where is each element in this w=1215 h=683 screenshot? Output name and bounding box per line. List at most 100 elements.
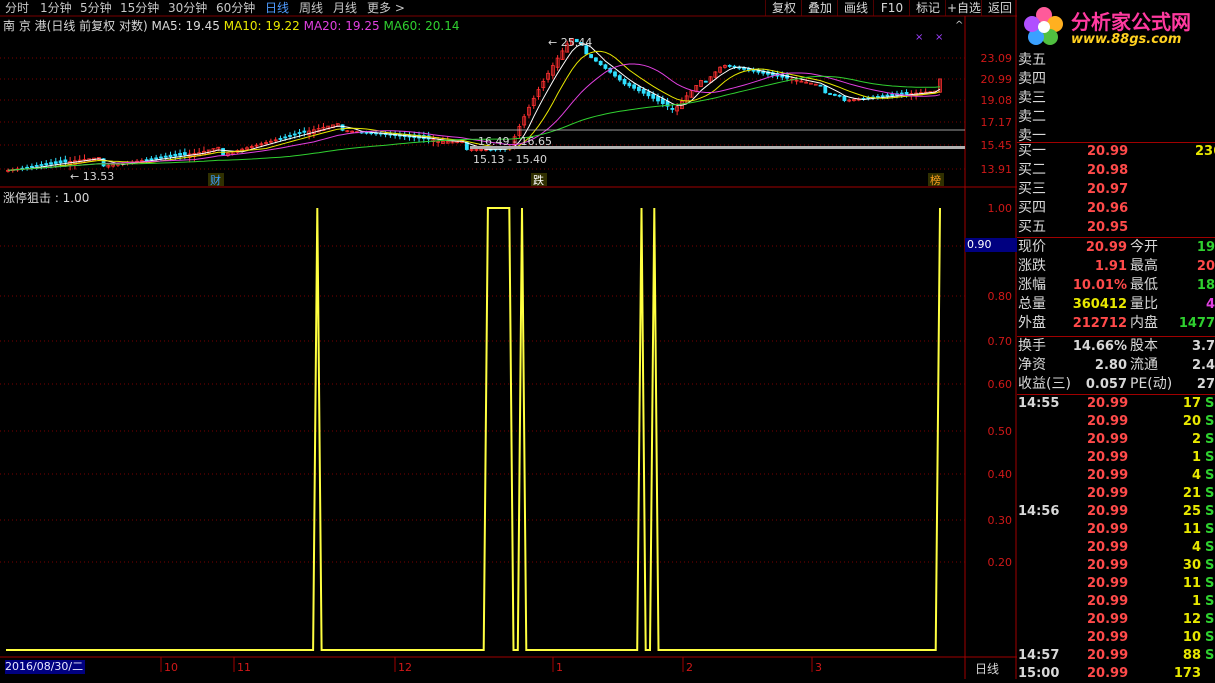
candle-body	[890, 93, 895, 96]
tick-time: 14:55	[1018, 396, 1060, 411]
candle-body	[49, 162, 53, 165]
candle-body	[627, 82, 632, 87]
candle-body	[63, 159, 68, 163]
stats-value: 1477	[1178, 316, 1215, 331]
tick-volume: 17	[1182, 396, 1201, 411]
stats-row: 涨跌 1.91 最高 20	[1017, 257, 1215, 276]
ma-legend: 南 京 港(日线 前复权 对数) MA5: 19.45 MA10: 19.22 …	[3, 19, 460, 33]
stats-value: 212712	[1072, 316, 1127, 331]
logo-title: 分析家公式网	[1071, 10, 1191, 34]
stats-label: 涨跌	[1018, 258, 1046, 274]
close-icon: ×	[935, 32, 943, 43]
date-axis-label: 10	[164, 661, 178, 674]
candle-body	[593, 57, 598, 62]
period-label[interactable]: 日线	[975, 660, 999, 677]
tick-direction: S	[1205, 504, 1215, 519]
candle-body	[727, 65, 732, 67]
tick-row: 20.99 11 S	[1017, 575, 1215, 593]
buy-level-price: 20.98	[1087, 163, 1129, 178]
candle-body	[837, 94, 842, 97]
flower-logo-icon	[1024, 7, 1063, 45]
candle-body	[364, 131, 369, 134]
price-axis-label: 20.99	[981, 73, 1013, 86]
candle-body	[44, 163, 49, 166]
tick-volume: 11	[1182, 576, 1201, 591]
tick-direction: S	[1205, 414, 1215, 429]
tick-price: 20.99	[1087, 432, 1129, 447]
range-annotation: 15.13 - 15.40	[473, 153, 547, 166]
candle-body	[617, 75, 622, 81]
tick-row: 14:57 20.99 88 S	[1017, 647, 1215, 665]
stats-row: 现价 20.99 今开 19	[1017, 238, 1215, 257]
stats-value: 27	[1196, 377, 1215, 392]
price-axis-label: 15.45	[981, 139, 1013, 152]
buy-level-label: 买一	[1018, 143, 1046, 159]
candle-body	[651, 93, 656, 99]
stats-label: 外盘	[1018, 315, 1046, 331]
tick-volume: 11	[1182, 522, 1201, 537]
marker-label: 财	[210, 173, 221, 187]
stats-value: 20	[1196, 259, 1215, 274]
indicator-axis-label: 0.40	[988, 468, 1013, 481]
tick-direction: S	[1205, 432, 1215, 447]
candle-body	[154, 157, 159, 160]
buy-level-label: 买二	[1018, 162, 1046, 178]
tick-price: 20.99	[1087, 558, 1129, 573]
sell-level-row: 卖四	[1017, 70, 1215, 89]
buy-level-label: 买四	[1018, 200, 1046, 216]
tick-price: 20.99	[1087, 576, 1129, 591]
candle-body	[144, 159, 149, 162]
buy-level-price: 20.99	[1087, 144, 1129, 159]
tick-direction: S	[1205, 468, 1215, 483]
candle-body	[613, 71, 617, 77]
tick-price: 20.99	[1087, 648, 1129, 663]
stats-label: 量比	[1130, 296, 1158, 312]
indicator-axis-label: 0.20	[988, 556, 1013, 569]
sell-level-label: 卖四	[1018, 71, 1046, 87]
buy-level-price: 20.96	[1087, 201, 1129, 216]
stats-label: 总量	[1018, 296, 1046, 312]
sell-level-row: 卖二	[1017, 108, 1215, 127]
sell-level-label: 卖二	[1018, 109, 1046, 125]
tick-direction: S	[1205, 558, 1215, 573]
candle-body	[163, 155, 168, 158]
candle-body	[39, 164, 44, 166]
stats-label: 涨幅	[1018, 277, 1046, 293]
candle-body	[828, 93, 832, 95]
tick-volume: 30	[1182, 558, 1201, 573]
tick-row: 20.99 1 S	[1017, 593, 1215, 611]
indicator-current-value: 0.90	[965, 238, 1017, 252]
candle-body	[880, 95, 885, 98]
candle-body	[34, 165, 39, 167]
tick-price: 20.99	[1087, 468, 1129, 483]
candle-body	[149, 158, 154, 161]
stats-value: 0.057	[1085, 377, 1127, 392]
tick-price: 20.99	[1087, 504, 1129, 519]
tick-row: 20.99 4 S	[1017, 467, 1215, 485]
candle-body	[168, 154, 173, 158]
tick-volume: 12	[1182, 612, 1201, 627]
stats-label: 流通	[1130, 357, 1158, 373]
ma20-label: MA20: 19.25	[303, 19, 380, 33]
ma10-label: MA10: 19.22	[223, 19, 300, 33]
quote-panel: 分析家公式网 www.88gs.com 卖五 卖四 卖三 卖二 卖一 买一 20.99 23…	[1017, 0, 1215, 681]
tick-volume: 1	[1191, 594, 1201, 609]
tick-time: 14:57	[1018, 648, 1060, 663]
candle-body	[53, 161, 58, 164]
price-axis-label: 13.91	[981, 163, 1013, 176]
tick-price: 20.99	[1087, 486, 1129, 501]
marker-label: 榜	[930, 173, 941, 187]
candle-body	[656, 96, 660, 102]
sell-level-label: 卖三	[1018, 90, 1046, 106]
indicator-axis-label: 1.00	[988, 202, 1013, 215]
indicator-axis-label: 0.80	[988, 290, 1013, 303]
tick-volume: 10	[1182, 630, 1201, 645]
candle-body	[842, 95, 847, 101]
stats-row: 总量 360412 量比 4	[1017, 295, 1215, 314]
tick-direction: S	[1205, 576, 1215, 591]
marker-label: 跌	[533, 173, 544, 187]
tick-volume: 1	[1191, 450, 1201, 465]
indicator-axis-label: 0.50	[988, 425, 1013, 438]
buy-level-label: 买三	[1018, 181, 1046, 197]
stats-value: 2.4	[1191, 358, 1215, 373]
